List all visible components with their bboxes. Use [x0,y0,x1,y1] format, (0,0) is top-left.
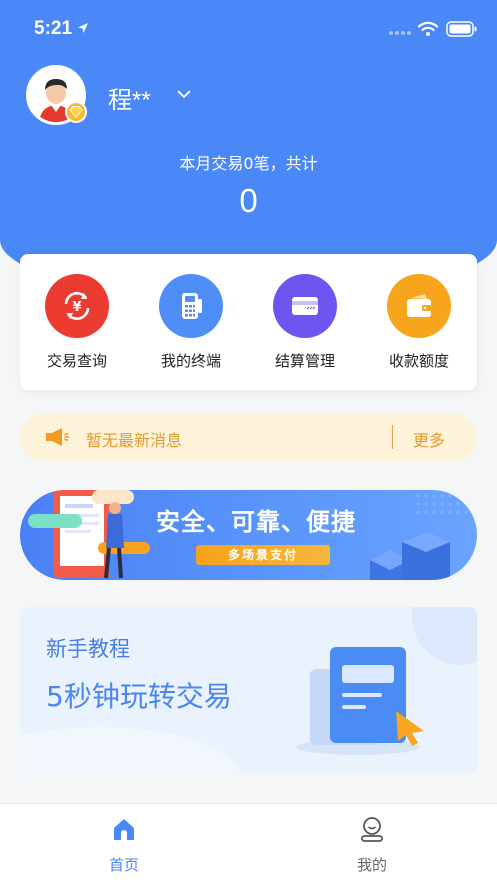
exchange-icon: ¥ [45,274,109,338]
status-bar: 5:21 [0,0,497,60]
quick-item-my-terminal[interactable]: 我的终端 [134,272,248,376]
user-name[interactable]: 程** [108,80,151,115]
speaker-icon [46,428,69,446]
quick-menu-card: ¥ 交易查询 我的终端 结算管理 收款额度 [20,254,477,390]
banner-tag: 多场景支付 [196,545,330,565]
wifi-icon [418,21,438,36]
more-link[interactable]: 更多 [413,427,445,451]
tutorial-card[interactable]: 新手教程 5秒钟玩转交易 [20,607,477,773]
tab-profile[interactable]: 我的 [332,814,412,874]
quick-item-label: 交易查询 [46,352,107,370]
status-time: 5:21 [34,18,73,39]
tab-home-label: 首页 [108,856,139,874]
tutorial-subtitle: 5秒钟玩转交易 [46,680,232,713]
notice-text: 暂无最新消息 [86,431,183,450]
total-amount: 0 [239,182,258,219]
tab-bar: 首页 我的 [0,803,497,883]
month-summary: 本月交易0笔，共计 [179,154,318,173]
location-arrow-icon [78,23,88,33]
signal-dots-icon [389,31,411,35]
quick-item-label: 结算管理 [274,352,335,370]
chevron-down-icon[interactable] [176,88,192,100]
profile-icon [361,817,383,842]
notice-divider [392,425,393,449]
svg-text:¥: ¥ [72,300,81,315]
card-icon [273,274,337,338]
banner-slogan: 安全、可靠、便捷 [156,508,356,536]
home-icon [114,819,134,840]
quick-item-label: 收款额度 [388,352,449,370]
wallet-icon [387,274,451,338]
tab-home[interactable]: 首页 [84,814,164,874]
quick-item-transaction-query[interactable]: ¥ 交易查询 [20,272,134,376]
tutorial-title: 新手教程 [46,637,130,661]
quick-item-settlement[interactable]: 结算管理 [248,272,362,376]
pos-terminal-icon [159,274,223,338]
quick-item-label: 我的终端 [160,352,221,370]
promo-banner[interactable]: 安全、可靠、便捷 多场景支付 [20,490,477,580]
vip-diamond-icon [65,101,87,123]
tab-profile-label: 我的 [356,856,387,874]
notice-bar[interactable]: 暂无最新消息 更多 [20,413,477,461]
quick-item-quota[interactable]: 收款额度 [362,272,476,376]
battery-icon [446,21,477,37]
